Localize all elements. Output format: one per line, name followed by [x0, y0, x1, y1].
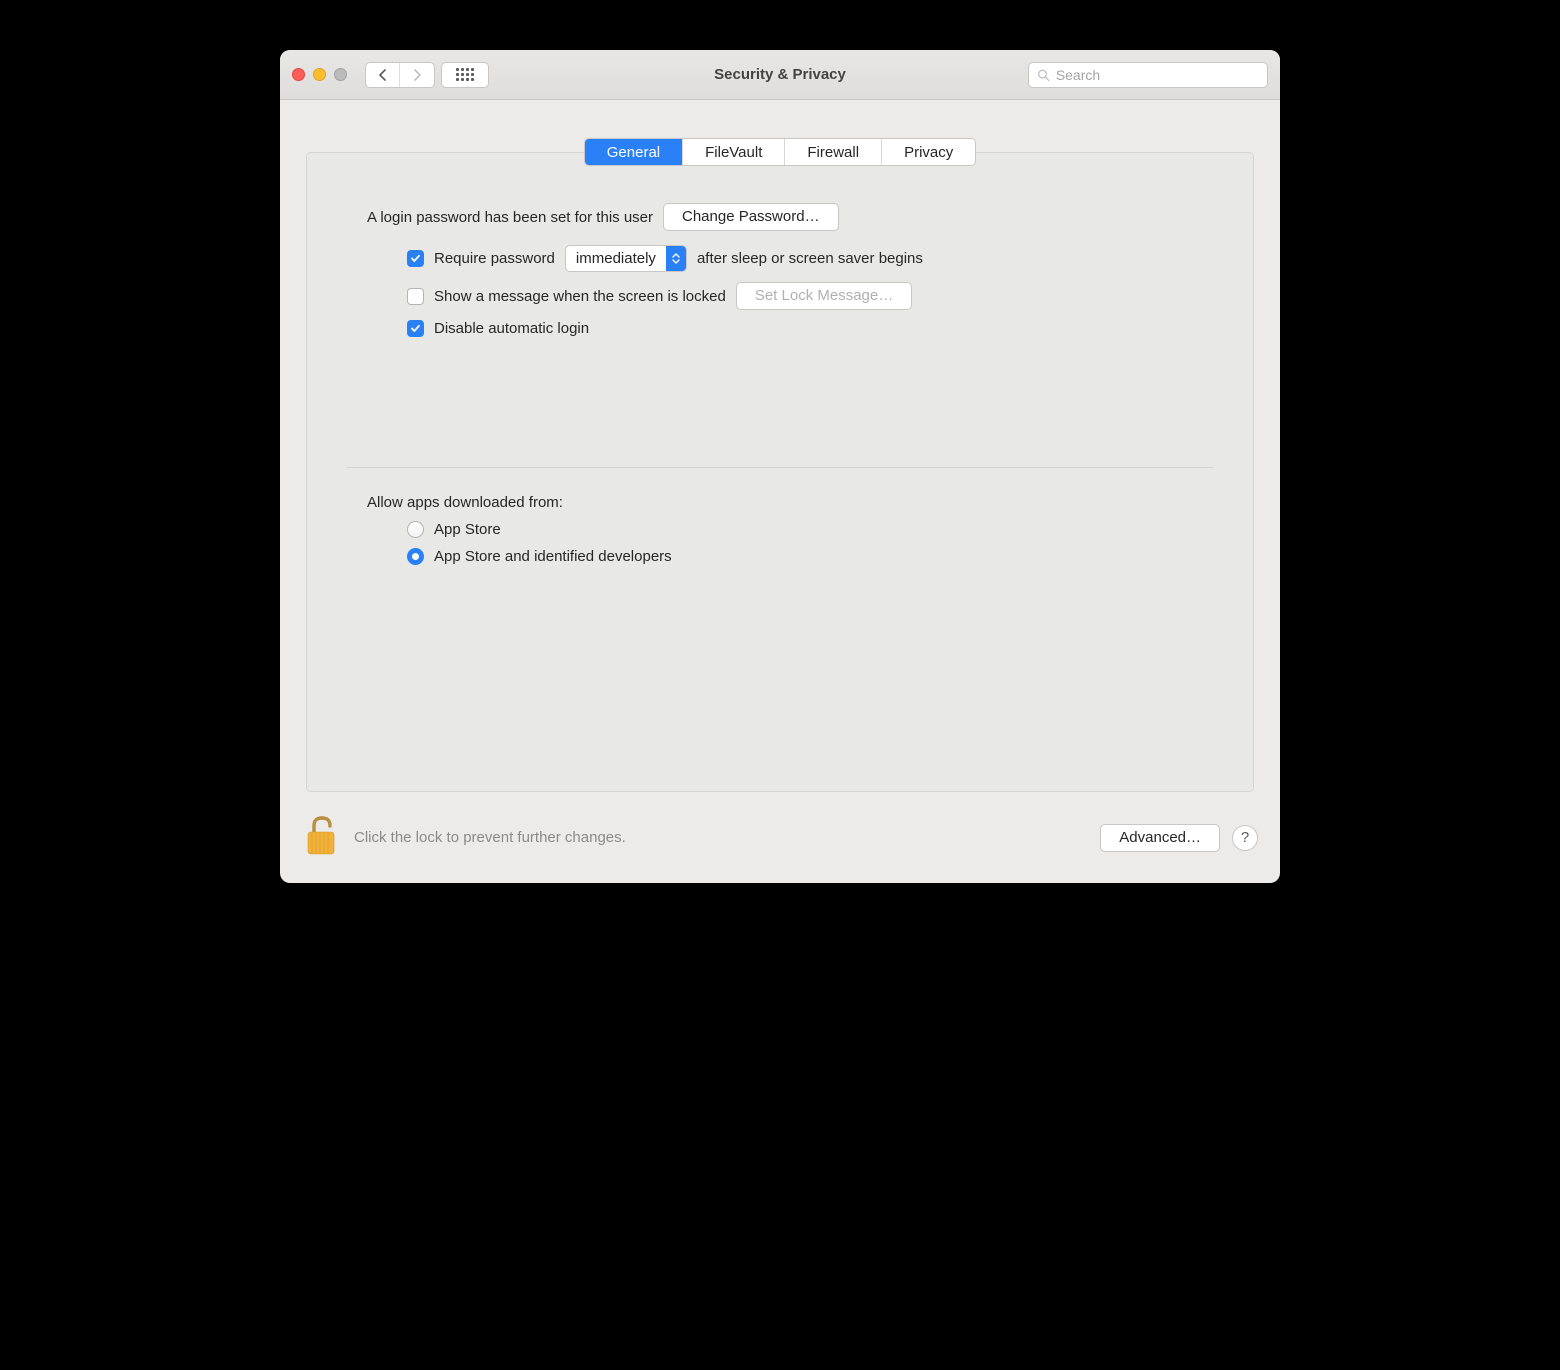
- select-arrows-icon: [666, 246, 686, 271]
- back-button[interactable]: [366, 63, 400, 87]
- tab-filevault[interactable]: FileVault: [683, 139, 785, 165]
- minimize-button[interactable]: [313, 68, 326, 81]
- require-password-checkbox[interactable]: [407, 250, 424, 267]
- allow-apps-option1-row: App Store: [367, 521, 1193, 538]
- allow-apps-label: Allow apps downloaded from:: [367, 494, 563, 511]
- search-icon: [1037, 68, 1050, 82]
- content-area: General FileVault Firewall Privacy A log…: [280, 100, 1280, 802]
- tab-segmented-control: General FileVault Firewall Privacy: [584, 138, 977, 166]
- help-button[interactable]: ?: [1232, 825, 1258, 851]
- tab-general[interactable]: General: [585, 139, 683, 165]
- change-password-button[interactable]: Change Password…: [663, 203, 839, 231]
- disable-auto-login-checkbox[interactable]: [407, 320, 424, 337]
- set-lock-message-button[interactable]: Set Lock Message…: [736, 282, 912, 310]
- show-lock-message-row: Show a message when the screen is locked…: [367, 282, 1193, 310]
- require-password-label: Require password: [434, 250, 555, 267]
- show-lock-message-checkbox[interactable]: [407, 288, 424, 305]
- tab-bar: General FileVault Firewall Privacy: [306, 138, 1254, 166]
- search-field[interactable]: [1028, 62, 1268, 88]
- require-password-select[interactable]: immediately: [565, 245, 687, 272]
- disable-auto-login-label: Disable automatic login: [434, 320, 589, 337]
- require-password-row: Require password immediately after sleep…: [367, 245, 1193, 272]
- preferences-window: Security & Privacy General FileVault Fir…: [280, 50, 1280, 883]
- nav-buttons: [365, 62, 435, 88]
- check-icon: [410, 253, 421, 264]
- allow-apps-option1-label: App Store: [434, 521, 501, 538]
- close-button[interactable]: [292, 68, 305, 81]
- chevron-right-icon: [413, 69, 422, 81]
- toolbar-nav-group: [365, 62, 489, 88]
- zoom-button[interactable]: [334, 68, 347, 81]
- lock-icon[interactable]: [302, 814, 340, 861]
- allow-apps-option2-row: App Store and identified developers: [367, 548, 1193, 565]
- show-all-button[interactable]: [441, 62, 489, 88]
- general-panel: A login password has been set for this u…: [306, 152, 1254, 792]
- footer: Click the lock to prevent further change…: [280, 802, 1280, 883]
- tab-firewall[interactable]: Firewall: [785, 139, 882, 165]
- lock-area: Click the lock to prevent further change…: [302, 814, 626, 861]
- disable-auto-login-row: Disable automatic login: [367, 320, 1193, 337]
- advanced-button[interactable]: Advanced…: [1100, 824, 1220, 852]
- allow-apps-radio-appstore[interactable]: [407, 521, 424, 538]
- footer-right: Advanced… ?: [1100, 824, 1258, 852]
- chevron-left-icon: [378, 69, 387, 81]
- allow-apps-heading: Allow apps downloaded from:: [367, 494, 1193, 511]
- require-password-value: immediately: [566, 250, 666, 267]
- search-input[interactable]: [1056, 67, 1259, 83]
- tab-privacy[interactable]: Privacy: [882, 139, 975, 165]
- login-password-label: A login password has been set for this u…: [367, 209, 653, 226]
- titlebar: Security & Privacy: [280, 50, 1280, 100]
- allow-apps-radio-appstore-identified[interactable]: [407, 548, 424, 565]
- panel-divider: [347, 467, 1213, 468]
- window-controls: [292, 68, 347, 81]
- lock-text: Click the lock to prevent further change…: [354, 829, 626, 846]
- require-password-suffix: after sleep or screen saver begins: [697, 250, 923, 267]
- show-lock-message-label: Show a message when the screen is locked: [434, 288, 726, 305]
- grid-icon: [456, 68, 474, 81]
- check-icon: [410, 323, 421, 334]
- forward-button[interactable]: [400, 63, 434, 87]
- allow-apps-option2-label: App Store and identified developers: [434, 548, 672, 565]
- login-password-row: A login password has been set for this u…: [367, 203, 1193, 231]
